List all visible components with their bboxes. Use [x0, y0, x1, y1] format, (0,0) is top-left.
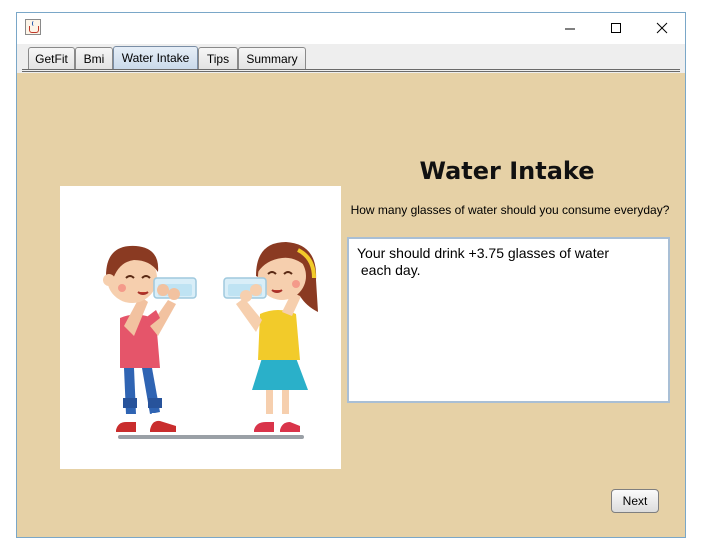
close-button[interactable]: [639, 13, 685, 44]
minimize-button[interactable]: [547, 13, 593, 44]
girl-figure: [223, 242, 318, 432]
page-title: Water Intake: [419, 157, 595, 185]
water-intake-panel: Water Intake How many glasses of water s…: [17, 73, 685, 537]
maximize-icon: [611, 23, 621, 33]
tab-water-intake[interactable]: Water Intake: [113, 46, 198, 70]
question-label: How many glasses of water should you con…: [350, 203, 670, 217]
kids-drinking-water-image: [60, 186, 341, 469]
tab-summary[interactable]: Summary: [238, 47, 306, 70]
tab-divider-lower: [22, 71, 680, 72]
minimize-icon: [565, 28, 575, 30]
boy-figure: [103, 245, 197, 432]
tab-bar: GetFit Bmi Water Intake Tips Summary: [17, 44, 685, 72]
maximize-button[interactable]: [593, 13, 639, 44]
tab-divider: [22, 69, 680, 70]
tab-getfit[interactable]: GetFit: [28, 47, 75, 70]
close-icon: [656, 22, 668, 34]
tab-tips[interactable]: Tips: [198, 47, 238, 70]
java-app-icon: [25, 19, 41, 35]
app-window: GetFit Bmi Water Intake Tips Summary Wat…: [16, 12, 686, 538]
title-bar: [17, 13, 685, 44]
next-button[interactable]: Next: [611, 489, 659, 513]
answer-text-area[interactable]: Your should drink +3.75 glasses of water…: [347, 237, 670, 403]
tab-bmi[interactable]: Bmi: [75, 47, 113, 70]
